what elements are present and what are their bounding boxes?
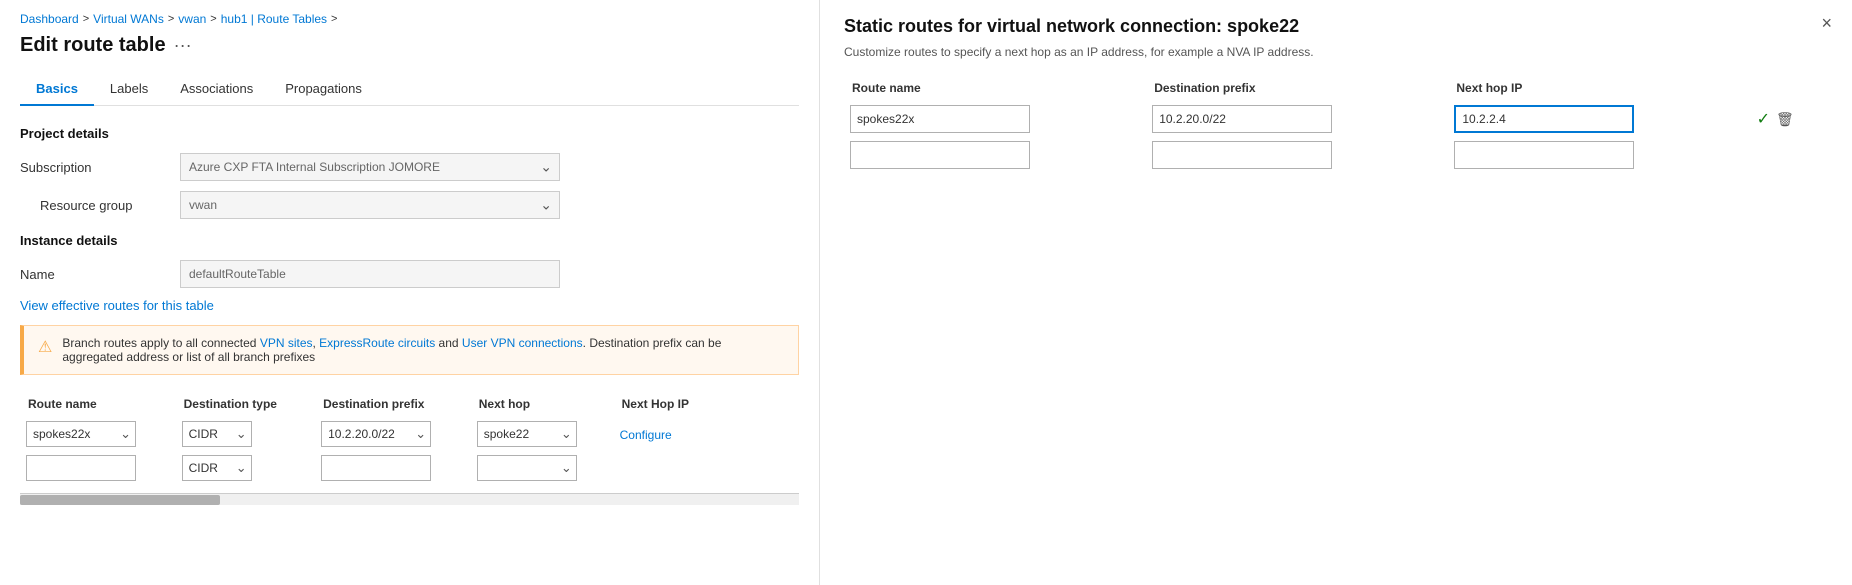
tab-propagations[interactable]: Propagations: [269, 73, 378, 106]
name-row: Name: [20, 260, 799, 288]
static-table-row-empty: [844, 137, 1828, 173]
panel-title: Static routes for virtual network connec…: [844, 16, 1828, 37]
user-vpn-link[interactable]: User VPN connections: [462, 336, 583, 350]
view-effective-routes-link[interactable]: View effective routes for this table: [20, 298, 214, 313]
col-destination-type: Destination type: [176, 391, 316, 417]
static-col-actions: [1751, 75, 1828, 101]
dest-type-select-wrap-1[interactable]: CIDR: [182, 421, 252, 447]
subscription-row: Subscription Azure CXP FTA Internal Subs…: [20, 153, 799, 181]
action-cell-1: ✓ 🗑: [1757, 109, 1822, 129]
dest-type-select-1[interactable]: CIDR: [182, 421, 252, 447]
more-options-button[interactable]: ···: [174, 35, 192, 56]
subscription-label: Subscription: [20, 160, 180, 175]
tab-associations[interactable]: Associations: [164, 73, 269, 106]
static-dest-prefix-input-2[interactable]: [1152, 141, 1332, 169]
confirm-icon[interactable]: ✓: [1757, 109, 1770, 129]
panel-description: Customize routes to specify a next hop a…: [844, 45, 1828, 59]
name-field[interactable]: [180, 260, 560, 288]
new-dest-prefix-input[interactable]: [321, 455, 431, 481]
dest-type-select-wrap-2[interactable]: CIDR: [182, 455, 252, 481]
dest-type-select-2[interactable]: CIDR: [182, 455, 252, 481]
warning-icon: ⚠: [38, 337, 52, 357]
next-hop-select-wrap[interactable]: spoke22: [477, 421, 577, 447]
project-details-heading: Project details: [20, 126, 799, 141]
resource-group-row: Resource group vwan: [20, 191, 799, 219]
resource-group-select[interactable]: vwan: [180, 191, 560, 219]
new-next-hop-select[interactable]: [477, 455, 577, 481]
static-routes-table: Route name Destination prefix Next hop I…: [844, 75, 1828, 173]
col-route-name: Route name: [20, 391, 176, 417]
table-row: spokes22x CIDR: [20, 417, 720, 451]
scroll-thumb[interactable]: [20, 495, 220, 505]
warning-text: Branch routes apply to all connected VPN…: [62, 336, 784, 364]
breadcrumb-virtual-wans[interactable]: Virtual WANs: [93, 12, 164, 26]
dest-prefix-select[interactable]: 10.2.20.0/22: [321, 421, 431, 447]
col-destination-prefix: Destination prefix: [315, 391, 471, 417]
tab-basics[interactable]: Basics: [20, 73, 94, 106]
dest-prefix-select-wrap[interactable]: 10.2.20.0/22: [321, 421, 431, 447]
breadcrumb-route-tables[interactable]: hub1 | Route Tables: [221, 12, 327, 26]
vpn-sites-link[interactable]: VPN sites: [260, 336, 313, 350]
static-col-route-name: Route name: [844, 75, 1146, 101]
breadcrumb-dashboard[interactable]: Dashboard: [20, 12, 79, 26]
breadcrumb-vwan[interactable]: vwan: [178, 12, 206, 26]
static-next-hop-input-2[interactable]: [1454, 141, 1634, 169]
route-name-select-wrap[interactable]: spokes22x: [26, 421, 136, 447]
configure-link[interactable]: Configure: [620, 428, 672, 442]
horizontal-scrollbar[interactable]: [20, 493, 799, 505]
static-next-hop-input-1[interactable]: [1454, 105, 1634, 133]
warning-box: ⚠ Branch routes apply to all connected V…: [20, 325, 799, 375]
static-route-name-input-1[interactable]: [850, 105, 1030, 133]
left-panel: Dashboard > Virtual WANs > vwan > hub1 |…: [0, 0, 820, 585]
close-button[interactable]: ×: [1821, 14, 1832, 32]
new-next-hop-select-wrap[interactable]: [477, 455, 577, 481]
route-name-select[interactable]: spokes22x: [26, 421, 136, 447]
tab-labels[interactable]: Labels: [94, 73, 164, 106]
next-hop-select[interactable]: spoke22: [477, 421, 577, 447]
breadcrumb: Dashboard > Virtual WANs > vwan > hub1 |…: [20, 12, 799, 26]
tabs-container: Basics Labels Associations Propagations: [20, 73, 799, 106]
static-col-next-hop-ip: Next hop IP: [1448, 75, 1750, 101]
static-table-row: ✓ 🗑: [844, 101, 1828, 137]
delete-icon-1[interactable]: 🗑: [1776, 111, 1794, 128]
right-panel: × Static routes for virtual network conn…: [820, 0, 1852, 585]
resource-group-select-wrapper[interactable]: vwan: [180, 191, 560, 219]
col-next-hop-ip: Next Hop IP: [614, 391, 720, 417]
static-dest-prefix-input-1[interactable]: [1152, 105, 1332, 133]
col-next-hop: Next hop: [471, 391, 614, 417]
routes-table-wrapper: Route name Destination type Destination …: [20, 391, 799, 485]
static-route-name-input-2[interactable]: [850, 141, 1030, 169]
new-route-name-input[interactable]: [26, 455, 136, 481]
table-row-empty: CIDR: [20, 451, 720, 485]
page-title: Edit route table: [20, 34, 166, 57]
page-title-row: Edit route table ···: [20, 34, 799, 57]
expressroute-link[interactable]: ExpressRoute circuits: [319, 336, 435, 350]
subscription-select-wrapper[interactable]: Azure CXP FTA Internal Subscription JOMO…: [180, 153, 560, 181]
routes-table: Route name Destination type Destination …: [20, 391, 720, 485]
static-col-dest-prefix: Destination prefix: [1146, 75, 1448, 101]
resource-group-label: Resource group: [20, 198, 180, 213]
subscription-select[interactable]: Azure CXP FTA Internal Subscription JOMO…: [180, 153, 560, 181]
name-label: Name: [20, 267, 180, 282]
instance-details-heading: Instance details: [20, 233, 799, 248]
